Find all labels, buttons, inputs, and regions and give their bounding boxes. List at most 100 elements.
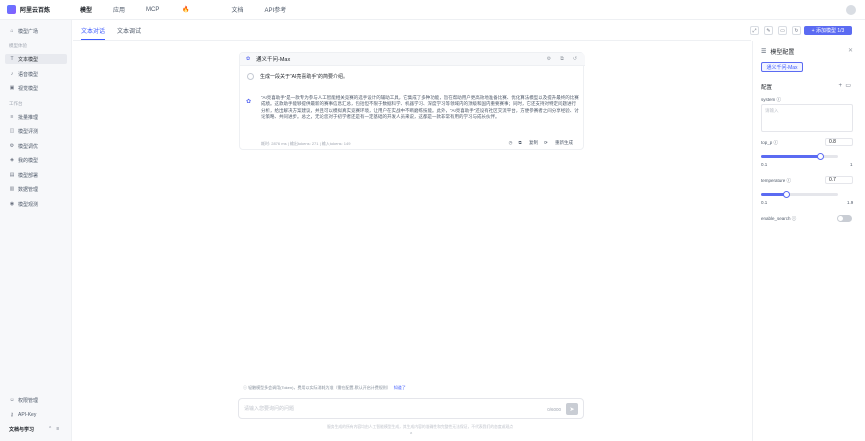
chat-input[interactable]: [244, 404, 524, 414]
tab-divider: [73, 40, 751, 41]
trash-icon[interactable]: ▭: [845, 83, 851, 89]
logo[interactable]: 阿里云百炼: [7, 5, 73, 14]
sidebar-item-eval[interactable]: ◫ 模型评测: [5, 126, 67, 136]
temperature-max: 1.9: [847, 200, 854, 205]
enable-search-toggle[interactable]: [837, 215, 852, 222]
copy-icon[interactable]: ⧉: [560, 56, 564, 62]
plus-icon[interactable]: +: [838, 83, 842, 89]
chat-card: ✿ 通义千问-Max ⚙ ⧉ ↺ 生成一段关于“AI亮喜助手”的简要介绍。 ✿ …: [239, 52, 585, 150]
panel-title: ☰ 模型配置: [761, 49, 795, 56]
char-counter: 0/6000: [547, 407, 561, 412]
sidebar-item-batch[interactable]: ≡ 批量推理: [5, 112, 67, 122]
model-chip[interactable]: 通义千问-Max: [761, 62, 803, 72]
sidebar: ⌂ 模型广场 模型体验 T 文本模型 ♪ 语音模型 ▣ 视觉模型 工作台 ≡ 批量推理 ◫…: [0, 20, 72, 441]
temperature-label: temperature ⓘ: [761, 178, 792, 183]
feedback-icon[interactable]: ◷: [509, 140, 513, 146]
card-tools: ⚙ ⧉ ↺: [538, 56, 577, 62]
billing-notice: ⓘ 轻触模型多会调用(Token)，费用以实际消耗为准（需在配置-默认开启计费规…: [243, 385, 406, 391]
nav-app[interactable]: 应用: [113, 5, 125, 14]
help-icon: ⓘ: [786, 178, 792, 183]
edit-icon[interactable]: ✎: [764, 26, 773, 35]
home-icon: ⌂: [10, 28, 14, 34]
refresh-icon[interactable]: ↻: [792, 26, 801, 35]
sidebar-item-deploy[interactable]: ▤ 模型部署: [5, 170, 67, 180]
top-p-slider-fill: [761, 155, 821, 158]
nav-model[interactable]: 模型: [80, 5, 92, 14]
deploy-icon: ▤: [9, 172, 15, 178]
batch-icon: ≡: [10, 114, 14, 120]
temperature-slider-handle[interactable]: [783, 190, 791, 198]
bot-avatar-icon: ✿: [246, 99, 252, 105]
chat-input-box: 0/6000 ➤: [238, 398, 584, 419]
chevron-up-icon[interactable]: ⌃: [48, 426, 52, 432]
sliders-icon: ☰: [761, 49, 767, 55]
top-p-max: 1: [850, 162, 853, 167]
text-icon: T: [10, 56, 14, 62]
eval-icon: ◫: [9, 128, 15, 134]
sidebar-item-voice-model[interactable]: ♪ 语音模型: [5, 69, 67, 79]
reply-meta: 耗时: 2876 ms | 输出tokens: 271 | 输入tokens: …: [261, 141, 351, 146]
top-nav: 模型 应用 MCP 🔥 文档 API参考: [80, 5, 307, 14]
nav-mcp[interactable]: MCP 🔥: [146, 6, 211, 13]
logo-icon: [7, 5, 16, 14]
close-icon[interactable]: ✕: [848, 47, 853, 54]
tab-text-debug[interactable]: 文本调试: [117, 26, 141, 40]
sidebar-item-my-models[interactable]: ◈ 我的模型: [5, 155, 67, 165]
sidebar-item-finetune[interactable]: ⚙ 模型调优: [5, 141, 67, 151]
fullscreen-icon[interactable]: ⤢: [750, 26, 759, 35]
sidebar-item-text-model[interactable]: T 文本模型: [5, 54, 67, 64]
user-avatar-icon: [247, 73, 254, 80]
settings-icon[interactable]: ⚙: [547, 56, 551, 62]
copy-button[interactable]: ⧉ 复制: [519, 140, 538, 146]
chevron-up-icon[interactable]: ⌃: [409, 432, 413, 438]
help-icon: ⓘ: [773, 140, 779, 145]
add-model-button[interactable]: + 添加模型 1/3: [804, 26, 852, 35]
model-config-panel: ☰ 模型配置 ✕ 通义千问-Max 配置 + ▭ system ⓘ top_p …: [752, 41, 865, 441]
key-icon: ⚷: [10, 412, 14, 418]
regenerate-button[interactable]: ⟳ 重新生成: [544, 140, 573, 146]
nav-api[interactable]: API参考: [265, 5, 287, 14]
notice-link[interactable]: 知道了: [394, 385, 406, 391]
top-p-slider-handle[interactable]: [817, 152, 825, 160]
config-label: 配置: [761, 85, 773, 91]
top-p-slider[interactable]: [761, 152, 838, 160]
user-message-row: 生成一段关于“AI亮喜助手”的简要介绍。: [247, 73, 348, 80]
send-button[interactable]: ➤: [566, 403, 578, 415]
top-bar: 阿里云百炼 模型 应用 MCP 🔥 文档 API参考: [0, 0, 865, 20]
tab-text-chat[interactable]: 文本对话: [81, 26, 106, 40]
sidebar-item-data[interactable]: ▥ 数据管理: [5, 184, 67, 194]
nav-docs[interactable]: 文档: [232, 5, 244, 14]
temperature-input[interactable]: 0.7: [825, 176, 853, 184]
undo-icon[interactable]: ↺: [573, 56, 577, 62]
monitor-icon: ◉: [9, 201, 15, 207]
delete-icon[interactable]: ▭: [778, 26, 787, 35]
tune-icon: ⚙: [9, 143, 15, 149]
fire-icon: 🔥: [182, 7, 190, 13]
temperature-slider[interactable]: [761, 190, 838, 198]
database-icon: ▥: [9, 186, 15, 192]
card-header: ✿ 通义千问-Max ⚙ ⧉ ↺: [240, 53, 585, 66]
sidebar-item-plaza[interactable]: ⌂ 模型广场: [5, 26, 67, 36]
model-icon: ✿: [246, 56, 251, 62]
logo-text: 阿里云百炼: [20, 8, 51, 14]
system-prompt-input[interactable]: [761, 104, 853, 132]
tab-bar: 文本对话 文本调试: [81, 26, 153, 40]
sidebar-item-apikey[interactable]: ⚷ API-Key: [5, 410, 67, 420]
temperature-min: 0.1: [761, 200, 768, 205]
audio-icon: ♪: [10, 71, 14, 77]
system-label: system ⓘ: [761, 97, 782, 102]
menu-icon[interactable]: ≡: [56, 426, 59, 432]
sidebar-item-permissions[interactable]: ☺ 权限管理: [5, 395, 67, 405]
sidebar-footer-icons: ⌃ ≡: [48, 426, 59, 432]
docs-learning-label[interactable]: 文档与学习: [9, 426, 34, 433]
user-icon: ☺: [9, 397, 15, 403]
user-message: 生成一段关于“AI亮喜助手”的简要介绍。: [260, 74, 349, 80]
assistant-reply: “AI亮喜助手”是一款专为参与人工智能相关竞赛的选手设计的辅助工具，它集成了多种…: [261, 95, 579, 120]
top-p-input[interactable]: 0.8: [825, 138, 853, 146]
model-name[interactable]: 通义千问-Max: [256, 55, 290, 63]
top-p-label: top_p ⓘ: [761, 140, 779, 145]
sidebar-item-vision-model[interactable]: ▣ 视觉模型: [5, 83, 67, 93]
user-avatar[interactable]: [846, 5, 856, 15]
sidebar-item-observe[interactable]: ◉ 模型观测: [5, 199, 67, 209]
top-p-min: 0.1: [761, 162, 768, 167]
